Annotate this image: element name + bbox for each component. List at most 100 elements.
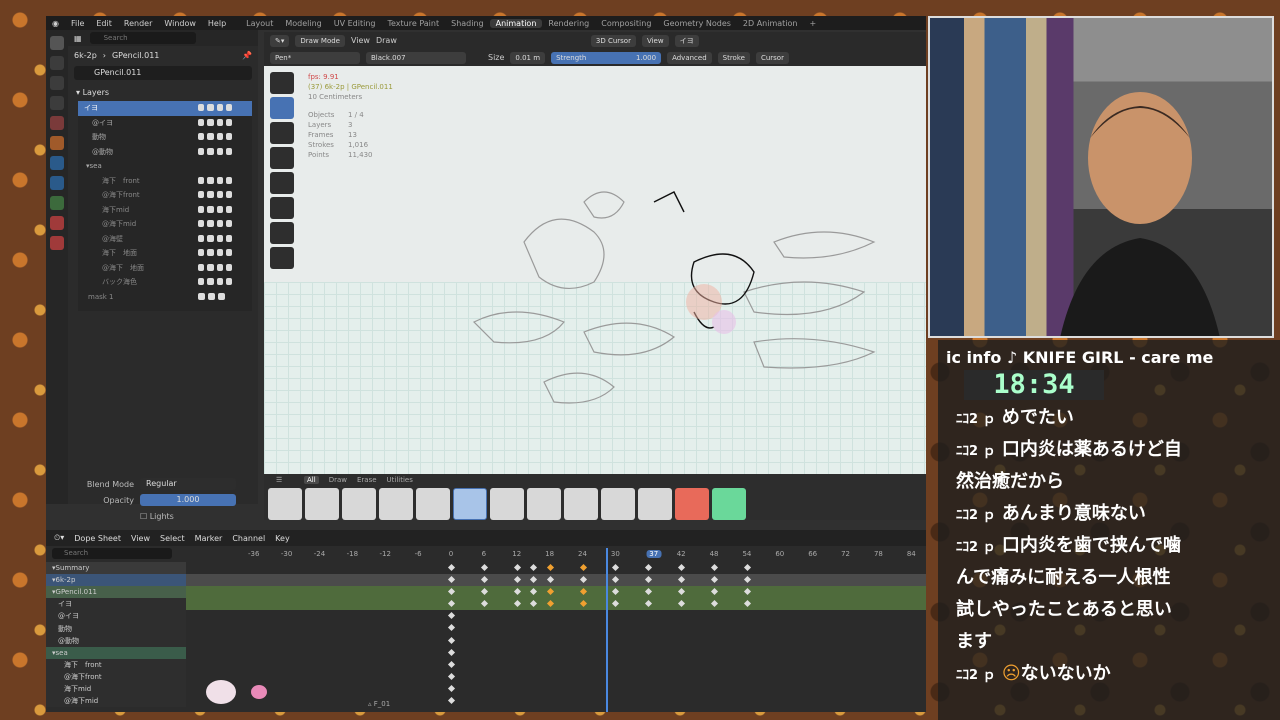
layer-row[interactable]: イヨ bbox=[78, 101, 252, 116]
dope-sheet-mode-select[interactable]: Dope Sheet bbox=[74, 534, 121, 543]
keyframe[interactable] bbox=[743, 563, 751, 572]
channel-summary[interactable]: ▾ Summary bbox=[46, 562, 186, 575]
effects-tab-icon[interactable] bbox=[50, 176, 64, 190]
keyframe[interactable] bbox=[480, 563, 488, 572]
keyframe[interactable] bbox=[546, 588, 554, 596]
keyframe-track[interactable] bbox=[186, 671, 926, 683]
tab-animation[interactable]: Animation bbox=[489, 18, 543, 28]
menu-edit[interactable]: Edit bbox=[90, 19, 118, 28]
layer-group-row[interactable]: ▾ sea bbox=[78, 159, 252, 174]
layer-row[interactable]: 海下 front bbox=[78, 174, 252, 189]
layer-row[interactable]: @海下mid bbox=[78, 217, 252, 232]
shelf-tab-utilities[interactable]: Utilities bbox=[387, 476, 413, 484]
playhead[interactable] bbox=[606, 548, 608, 712]
shelf-tab-draw[interactable]: Draw bbox=[329, 476, 347, 484]
tab-texture-paint[interactable]: Texture Paint bbox=[381, 19, 445, 28]
erase-tool-icon[interactable] bbox=[270, 122, 294, 144]
tab-rendering[interactable]: Rendering bbox=[542, 19, 595, 28]
tab-shading[interactable]: Shading bbox=[445, 19, 490, 28]
layer-row[interactable]: 海下mid bbox=[78, 203, 252, 218]
brush-thumbnail[interactable] bbox=[342, 488, 376, 520]
view-layer-tab-icon[interactable] bbox=[50, 96, 64, 110]
add-workspace-button[interactable]: + bbox=[803, 19, 822, 28]
keyframe[interactable] bbox=[645, 576, 653, 584]
brush-thumbnail[interactable] bbox=[490, 488, 524, 520]
brush-thumbnail[interactable] bbox=[675, 488, 709, 520]
keyframe[interactable] bbox=[645, 563, 653, 572]
brush-thumbnail[interactable] bbox=[305, 488, 339, 520]
keyframe-track[interactable] bbox=[186, 598, 926, 611]
dope-menu-channel[interactable]: Channel bbox=[232, 534, 265, 543]
layer-row[interactable]: @動物 bbox=[78, 145, 252, 160]
menu-help[interactable]: Help bbox=[202, 19, 232, 28]
channel-layer[interactable]: @イヨ bbox=[46, 610, 186, 623]
object-tab-icon[interactable] bbox=[50, 136, 64, 150]
keyframe[interactable] bbox=[513, 576, 521, 584]
keyframe-track[interactable] bbox=[186, 622, 926, 634]
keyframe[interactable] bbox=[612, 576, 620, 584]
keyframe[interactable] bbox=[513, 600, 521, 608]
keyframe[interactable] bbox=[645, 600, 653, 608]
stroke-popover[interactable]: Stroke bbox=[717, 51, 750, 64]
gpencil-data-name-field[interactable]: GPencil.011 bbox=[74, 66, 252, 80]
properties-search-input[interactable]: Search bbox=[89, 32, 196, 44]
keyframe-track[interactable] bbox=[186, 659, 926, 671]
cursor-placement-select[interactable]: 3D Cursor bbox=[590, 34, 636, 47]
menu-window[interactable]: Window bbox=[158, 19, 202, 28]
channel-layer[interactable]: 動物 bbox=[46, 622, 186, 635]
size-field[interactable]: 0.01 m bbox=[510, 51, 546, 64]
layer-row[interactable]: @イヨ bbox=[78, 116, 252, 131]
lights-checkbox[interactable]: ☐ Lights bbox=[140, 512, 174, 521]
material-select[interactable]: Black.007 bbox=[366, 51, 466, 64]
keyframe[interactable] bbox=[447, 672, 456, 680]
keyframe-track[interactable] bbox=[186, 695, 926, 707]
keyframe[interactable] bbox=[480, 600, 488, 608]
layer-row[interactable]: @海壁 bbox=[78, 232, 252, 247]
layer-row[interactable]: @海下 地面 bbox=[78, 261, 252, 276]
keyframe[interactable] bbox=[447, 624, 456, 632]
keyframe[interactable] bbox=[579, 588, 587, 596]
brush-thumbnail[interactable] bbox=[638, 488, 672, 520]
view-menu[interactable]: View bbox=[351, 36, 370, 45]
brush-thumbnail[interactable] bbox=[268, 488, 302, 520]
pin-icon[interactable]: 📌 bbox=[242, 51, 252, 60]
keyframe[interactable] bbox=[513, 588, 521, 596]
blender-logo-icon[interactable]: ◉ bbox=[46, 19, 65, 28]
layer-select[interactable]: イヨ bbox=[674, 34, 699, 47]
dope-menu-marker[interactable]: Marker bbox=[195, 534, 223, 543]
keyframe[interactable] bbox=[530, 600, 538, 608]
keyframe[interactable] bbox=[447, 576, 456, 584]
keyframe[interactable] bbox=[743, 600, 751, 608]
keyframe[interactable] bbox=[710, 600, 719, 608]
brush-thumbnail-active[interactable] bbox=[453, 488, 487, 520]
keyframe[interactable] bbox=[579, 576, 587, 584]
keyframe[interactable] bbox=[579, 600, 587, 608]
scene-tab-icon[interactable] bbox=[50, 116, 64, 130]
layers-panel-title[interactable]: ▾ Layers bbox=[68, 82, 258, 101]
keyframe-track[interactable] bbox=[186, 683, 926, 695]
brush-thumbnail[interactable] bbox=[564, 488, 598, 520]
cursor-tool-icon[interactable] bbox=[270, 72, 294, 94]
keyframe-track[interactable] bbox=[186, 610, 926, 622]
keyframe[interactable] bbox=[546, 600, 554, 608]
keyframe[interactable] bbox=[678, 600, 686, 608]
layer-row[interactable]: 動物 bbox=[78, 130, 252, 145]
keyframe[interactable] bbox=[645, 588, 653, 596]
layer-row[interactable]: mask 1 bbox=[78, 290, 252, 305]
keyframe[interactable] bbox=[447, 563, 456, 572]
keyframe[interactable] bbox=[612, 563, 620, 572]
cursor-popover[interactable]: Cursor bbox=[755, 51, 789, 64]
layer-row[interactable]: バック海色 bbox=[78, 275, 252, 290]
draw-menu[interactable]: Draw bbox=[376, 36, 397, 45]
channel-layer[interactable]: @海下front bbox=[46, 670, 186, 683]
material-tab-icon[interactable] bbox=[50, 216, 64, 230]
dope-menu-select[interactable]: Select bbox=[160, 534, 185, 543]
keyframe-track[interactable] bbox=[186, 574, 926, 587]
keyframe[interactable] bbox=[530, 563, 538, 572]
keyframe[interactable] bbox=[513, 563, 521, 572]
keyframe[interactable] bbox=[678, 588, 686, 596]
keyframe[interactable] bbox=[710, 563, 719, 572]
tab-2d-animation[interactable]: 2D Animation bbox=[737, 19, 804, 28]
brush-thumbnail[interactable] bbox=[379, 488, 413, 520]
tab-layout[interactable]: Layout bbox=[240, 19, 279, 28]
